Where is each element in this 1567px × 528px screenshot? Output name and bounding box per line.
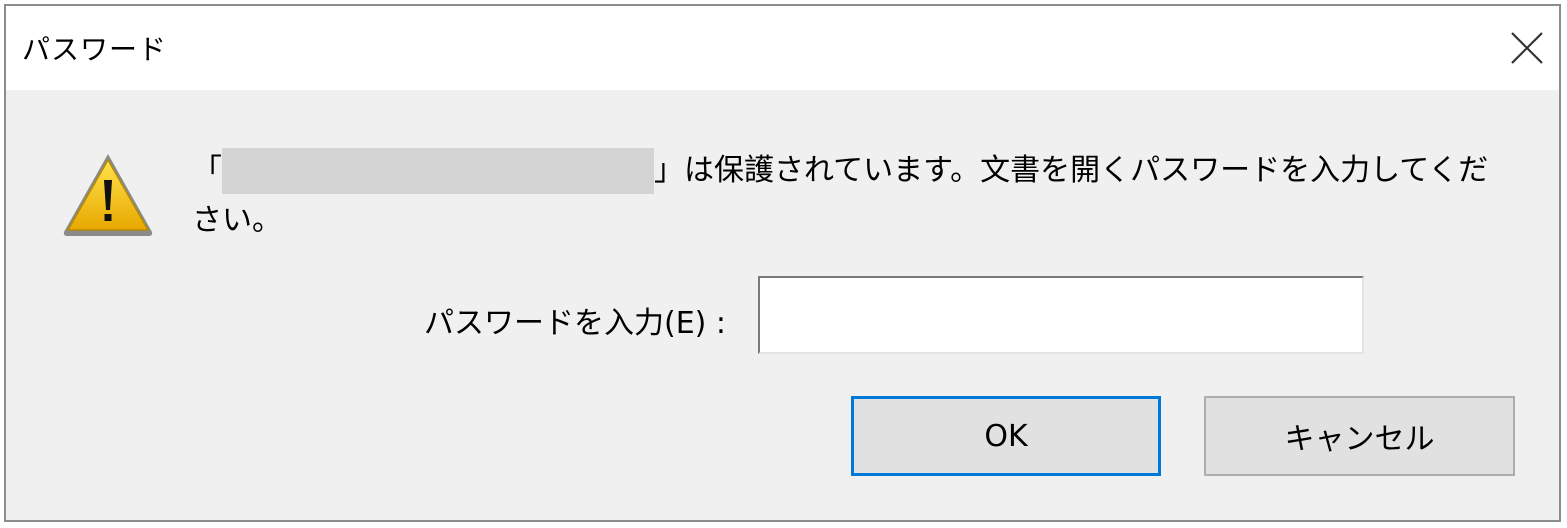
message-text: 「」は保護されています。文書を開くパスワードを入力してください。 (192, 146, 1502, 246)
close-button[interactable] (1495, 6, 1559, 90)
password-dialog: パスワード 「」は保護されています。文書を開くパスワードを入力してください。 パ… (4, 4, 1561, 522)
redacted-filename (222, 148, 654, 194)
title-bar: パスワード (6, 6, 1559, 90)
password-input[interactable] (758, 276, 1364, 354)
cancel-button[interactable]: キャンセル (1204, 396, 1515, 476)
dialog-title: パスワード (22, 33, 168, 66)
password-label: パスワードを入力(E) : (424, 306, 727, 341)
message-open-bracket: 「 (192, 153, 222, 188)
close-icon (1511, 32, 1543, 64)
ok-button[interactable]: OK (851, 396, 1161, 476)
warning-icon (63, 154, 153, 236)
